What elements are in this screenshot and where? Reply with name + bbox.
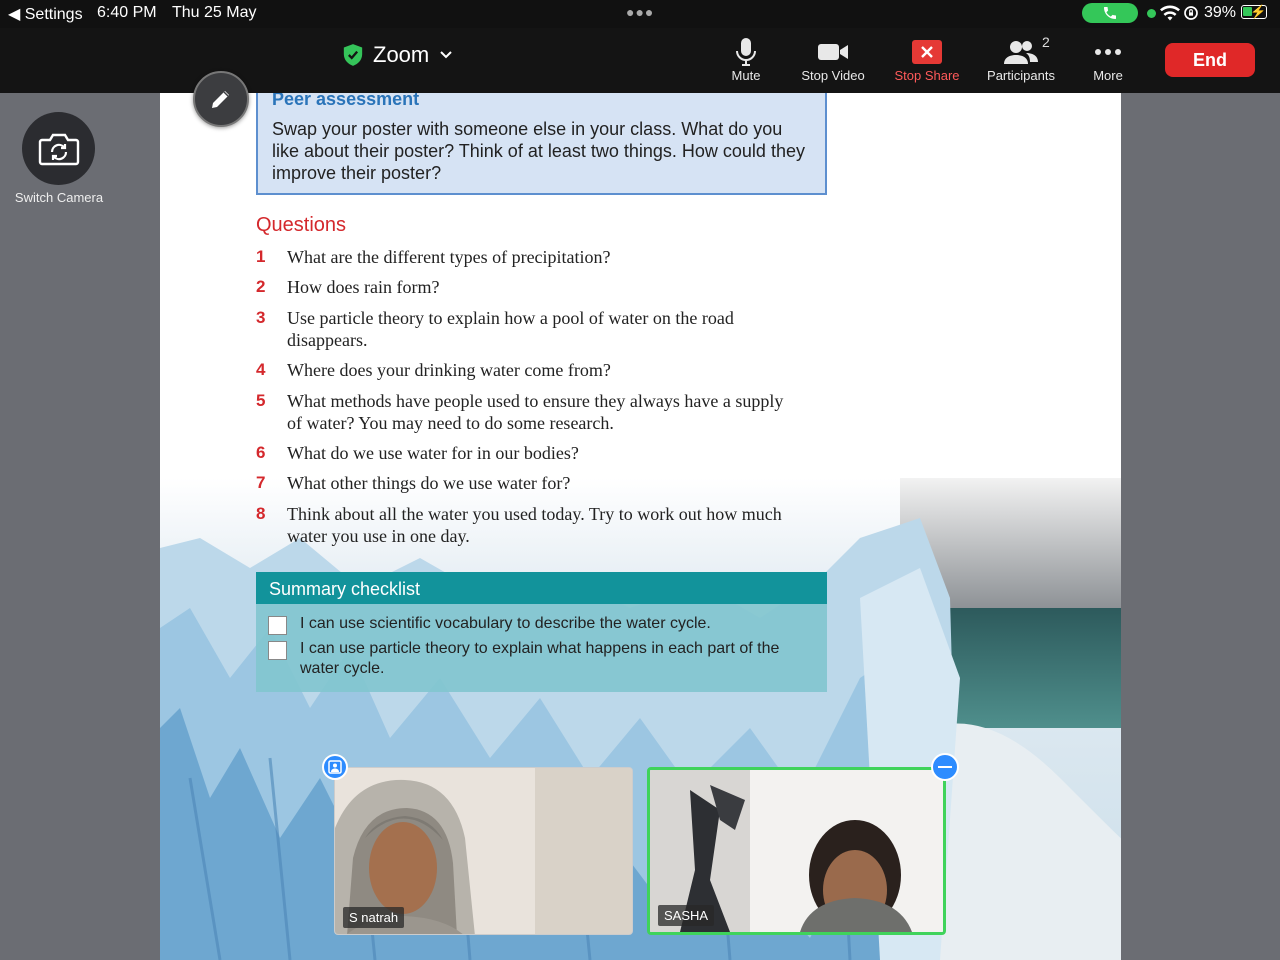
checklist-item-text: I can use scientific vocabulary to descr… [300, 615, 711, 632]
checklist-checkbox[interactable] [268, 616, 287, 635]
peer-assessment-title: Peer assessment [272, 93, 420, 109]
participants-count-badge: 2 [1042, 34, 1050, 50]
minimize-video-button[interactable] [931, 753, 959, 781]
question-item: 8 Think about all the water you used toda… [256, 503, 816, 547]
question-item: 5 What methods have people used to ensure… [256, 390, 816, 434]
question-number: 3 [256, 308, 266, 327]
question-item: 4 Where does your drinking water come fro… [256, 359, 816, 381]
person-frame-icon [328, 760, 342, 774]
participants-label: Participants [987, 68, 1055, 83]
checklist-item: I can use particle theory to explain wha… [268, 639, 808, 679]
question-text: Think about all the water you used today… [287, 504, 782, 546]
question-text: Use particle theory to explain how a poo… [287, 308, 734, 350]
orientation-lock-icon [1184, 6, 1198, 20]
wifi-icon [1160, 5, 1180, 21]
switch-camera-button[interactable] [22, 112, 95, 185]
question-number: 7 [256, 473, 266, 492]
question-item: 3 Use particle theory to explain how a po… [256, 307, 816, 351]
checklist-item-text: I can use particle theory to explain wha… [300, 640, 780, 677]
video-camera-icon [818, 44, 848, 60]
question-number: 6 [256, 443, 266, 462]
question-text: What other things do we use water for? [287, 473, 571, 493]
video-tile-participant-1[interactable]: S natrah [334, 767, 633, 935]
shared-document: Peer assessment Swap your poster with so… [160, 93, 1121, 960]
stop-video-button[interactable]: Stop Video [783, 36, 883, 83]
battery-percent: 39% [1204, 4, 1237, 21]
battery-icon: ⚡ [1241, 4, 1267, 19]
question-item: 6 What do we use water for in our bodies? [256, 442, 816, 464]
mute-button[interactable]: Mute [696, 36, 796, 83]
date: Thu 25 May [172, 4, 257, 21]
meeting-title[interactable]: Zoom [343, 42, 453, 68]
multitasking-dots-icon[interactable]: ●●● [626, 4, 654, 20]
question-text: What methods have people used to ensure … [287, 391, 784, 433]
microphone-icon [736, 38, 756, 66]
stop-share-button[interactable]: Stop Share [877, 36, 977, 83]
more-label: More [1093, 68, 1123, 83]
more-dots-icon [1095, 49, 1121, 55]
clock: 6:40 PM [97, 4, 157, 21]
mic-in-use-dot [1147, 9, 1156, 18]
participant-name-label: SASHA [658, 905, 715, 926]
back-to-settings[interactable]: ◀ Settings [8, 4, 83, 24]
phone-icon [1104, 7, 1116, 19]
minus-icon [938, 766, 952, 768]
question-number: 8 [256, 504, 266, 523]
question-text: What do we use water for in our bodies? [287, 443, 579, 463]
question-text: What are the different types of precipit… [287, 247, 611, 267]
participants-button[interactable]: Participants [971, 36, 1071, 83]
questions-heading: Questions [256, 214, 347, 236]
participant-name-label: S natrah [343, 907, 405, 928]
glacier-photo [160, 478, 1121, 960]
meeting-toolbar: Zoom Mute Stop Video Stop Share Particip… [0, 28, 1280, 93]
more-button[interactable]: More [1058, 36, 1158, 83]
call-indicator[interactable] [1082, 3, 1138, 23]
peer-assessment-text: Swap your poster with someone else in yo… [272, 119, 805, 183]
mute-label: Mute [731, 68, 761, 83]
switch-camera-icon [38, 133, 79, 165]
stop-share-label: Stop Share [894, 68, 960, 83]
stop-share-icon [912, 40, 942, 64]
question-text: How does rain form? [287, 277, 440, 297]
pin-video-button[interactable] [322, 754, 348, 780]
end-meeting-button[interactable]: End [1165, 43, 1255, 77]
meeting-title-label: Zoom [373, 42, 430, 67]
question-number: 4 [256, 360, 266, 379]
chevron-down-icon [440, 51, 452, 59]
video-tile-participant-2[interactable]: SASHA [647, 767, 946, 935]
participants-icon [1004, 41, 1038, 64]
annotate-button[interactable] [193, 71, 249, 127]
peer-assessment-box: Peer assessment Swap your poster with so… [256, 93, 827, 195]
question-text: Where does your drinking water come from… [287, 360, 611, 380]
summary-checklist: Summary checklist I can use scientific v… [256, 572, 827, 692]
pencil-icon [212, 91, 229, 108]
switch-camera-label: Switch Camera [14, 190, 104, 205]
checklist-checkbox[interactable] [268, 641, 287, 660]
status-bar: ◀ Settings 6:40 PM Thu 25 May ●●● 39% ⚡ [0, 0, 1280, 28]
question-item: 2 How does rain form? [256, 276, 816, 298]
shield-check-icon [343, 44, 363, 66]
question-number: 1 [256, 247, 266, 266]
question-number: 2 [256, 277, 266, 296]
summary-checklist-title: Summary checklist [256, 572, 827, 604]
question-item: 7 What other things do we use water for? [256, 472, 816, 494]
stop-video-label: Stop Video [801, 68, 865, 83]
question-item: 1 What are the different types of precipi… [256, 246, 816, 268]
checklist-item: I can use scientific vocabulary to descr… [268, 614, 808, 635]
question-number: 5 [256, 391, 266, 410]
